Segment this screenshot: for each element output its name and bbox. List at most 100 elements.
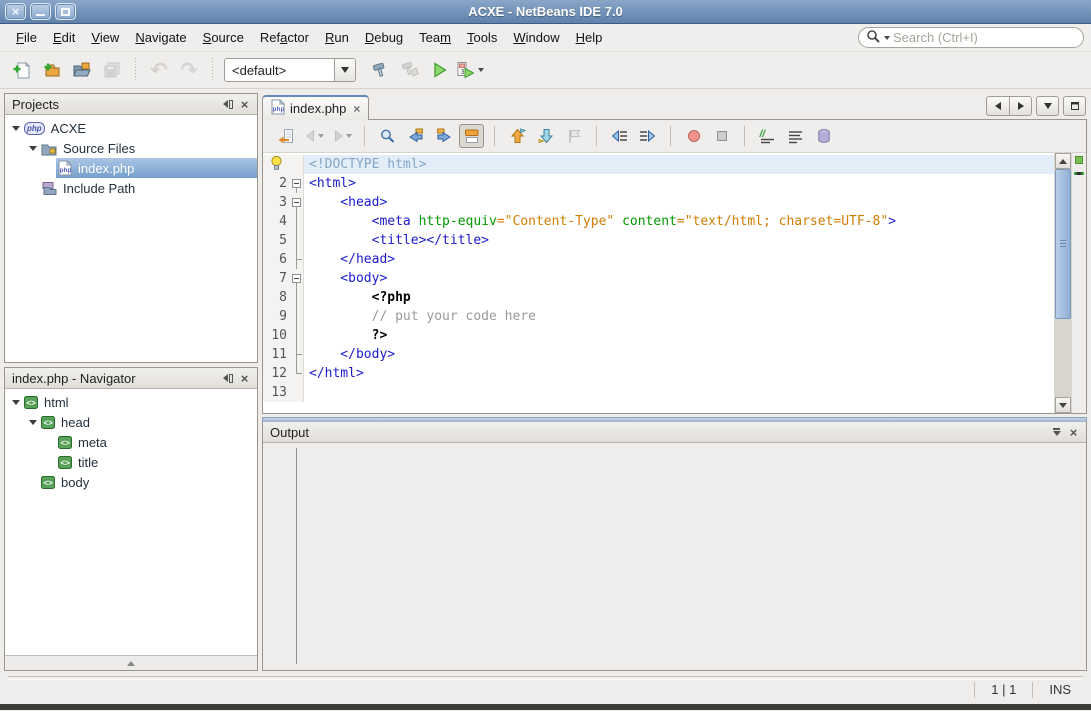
find-next-button[interactable] xyxy=(431,124,456,148)
menu-source[interactable]: Source xyxy=(195,26,252,49)
code-line-3[interactable]: 3 <head> xyxy=(263,193,1054,212)
run-project-button[interactable] xyxy=(426,56,454,84)
menu-refactor[interactable]: Refactor xyxy=(252,26,317,49)
scroll-down-button[interactable] xyxy=(1055,397,1071,413)
code-line-6[interactable]: 6 </head> xyxy=(263,250,1054,269)
build-project-button[interactable] xyxy=(366,56,394,84)
code-line-4[interactable]: 4 <meta http-equiv="Content-Type" conten… xyxy=(263,212,1054,231)
navigator-item-meta[interactable]: <>meta xyxy=(5,432,257,452)
window-menu-button[interactable] xyxy=(1048,424,1065,440)
code-line-9[interactable]: 9 // put your code here xyxy=(263,307,1054,326)
code-fold-toggle[interactable] xyxy=(290,269,304,288)
close-tab-icon[interactable]: × xyxy=(353,103,360,115)
minimize-window-button[interactable] xyxy=(30,3,51,20)
open-project-button[interactable] xyxy=(68,56,96,84)
menu-debug[interactable]: Debug xyxy=(357,26,411,49)
menu-view[interactable]: View xyxy=(83,26,127,49)
debug-project-button[interactable]: 3 xyxy=(456,56,484,84)
record-macro-button[interactable] xyxy=(681,124,706,148)
navigator-item-body[interactable]: <>body xyxy=(5,472,257,492)
scroll-up-button[interactable] xyxy=(1055,153,1071,169)
config-select[interactable]: <default> xyxy=(224,58,356,82)
code-line-12[interactable]: 12</html> xyxy=(263,364,1054,383)
new-project-button[interactable] xyxy=(38,56,66,84)
menu-window[interactable]: Window xyxy=(505,26,567,49)
stop-macro-button[interactable] xyxy=(709,124,734,148)
tree-row-content: <>head xyxy=(39,412,257,432)
error-stripe[interactable] xyxy=(1071,153,1086,413)
find-previous-button[interactable] xyxy=(403,124,428,148)
expander-icon[interactable] xyxy=(26,420,39,425)
project-item-include-path[interactable]: Include Path xyxy=(5,178,257,198)
navigator-filter-bar[interactable] xyxy=(5,655,257,670)
statusbar: 1 | 1 INS xyxy=(0,671,1091,704)
window-menu-icon xyxy=(1053,428,1061,436)
autohide-icon xyxy=(223,374,228,382)
find-selection-button[interactable] xyxy=(375,124,400,148)
project-item-index-php[interactable]: phpindex.php xyxy=(5,158,257,178)
maximize-window-button[interactable] xyxy=(1063,96,1086,116)
code-line-10[interactable]: 10 ?> xyxy=(263,326,1054,345)
navigator-item-head[interactable]: <>head xyxy=(5,412,257,432)
new-file-button[interactable] xyxy=(8,56,36,84)
tab-list-button[interactable] xyxy=(1036,96,1059,116)
scroll-right-button[interactable] xyxy=(1009,96,1032,116)
code-line-13[interactable]: 13 xyxy=(263,383,1054,402)
project-item-source-files[interactable]: Source Files xyxy=(5,138,257,158)
hint-mark[interactable] xyxy=(1074,172,1084,175)
code-line-11[interactable]: 11 </body> xyxy=(263,345,1054,364)
comment-lines-button[interactable]: // xyxy=(755,124,780,148)
menu-run[interactable]: Run xyxy=(317,26,357,49)
titlebar[interactable]: × ACXE - NetBeans IDE 7.0 xyxy=(0,0,1091,24)
shift-line-left-button[interactable] xyxy=(607,124,632,148)
last-edit-location-button[interactable] xyxy=(273,124,298,148)
shift-line-right-button[interactable] xyxy=(635,124,660,148)
scroll-left-button[interactable] xyxy=(986,96,1009,116)
close-window-button[interactable]: × xyxy=(5,3,26,20)
minimize-panel-button[interactable] xyxy=(219,96,236,112)
expander-icon[interactable] xyxy=(26,146,39,151)
toggle-highlight-button[interactable] xyxy=(459,124,484,148)
code-text: <meta http-equiv="Content-Type" content=… xyxy=(304,212,1054,231)
search-input[interactable] xyxy=(893,30,1074,45)
next-bookmark-button[interactable] xyxy=(533,124,558,148)
code-line-8[interactable]: 8 <?php xyxy=(263,288,1054,307)
menu-navigate[interactable]: Navigate xyxy=(127,26,194,49)
vertical-scrollbar[interactable] xyxy=(1054,153,1071,413)
close-panel-button[interactable]: × xyxy=(236,96,253,112)
expander-icon[interactable] xyxy=(9,126,22,131)
code-area[interactable]: <!DOCTYPE html>2<html>3 <head>4 <meta ht… xyxy=(263,153,1054,413)
code-fold-toggle[interactable] xyxy=(290,193,304,212)
close-panel-button[interactable]: × xyxy=(236,370,253,386)
menu-tools[interactable]: Tools xyxy=(459,26,505,49)
previous-bookmark-button[interactable] xyxy=(505,124,530,148)
uncomment-lines-button[interactable] xyxy=(783,124,808,148)
menu-team[interactable]: Team xyxy=(411,26,459,49)
code-line-1[interactable]: <!DOCTYPE html> xyxy=(263,155,1054,174)
maximize-window-button[interactable] xyxy=(55,3,76,20)
code-text: </html> xyxy=(304,364,1054,383)
code-fold-toggle[interactable] xyxy=(290,174,304,193)
tab-index-php[interactable]: php index.php × xyxy=(262,95,369,120)
minimize-panel-button[interactable] xyxy=(219,370,236,386)
close-panel-button[interactable]: × xyxy=(1065,424,1082,440)
code-line-2[interactable]: 2<html> xyxy=(263,174,1054,193)
menu-file[interactable]: File xyxy=(8,26,45,49)
navigator-item-html[interactable]: <>html xyxy=(5,392,257,412)
code-line-5[interactable]: 5 <title></title> xyxy=(263,231,1054,250)
quick-search-box[interactable] xyxy=(858,27,1084,48)
output-body[interactable] xyxy=(263,443,1086,670)
expander-icon[interactable] xyxy=(9,400,22,405)
chevron-down-icon[interactable] xyxy=(334,59,355,81)
menu-edit[interactable]: Edit xyxy=(45,26,83,49)
memory-view-button[interactable] xyxy=(811,124,836,148)
close-icon: × xyxy=(12,5,20,18)
code-line-7[interactable]: 7 <body> xyxy=(263,269,1054,288)
scrollbar-track[interactable] xyxy=(1055,169,1071,397)
project-item-acxe[interactable]: phpACXE xyxy=(5,118,257,138)
open-project-icon xyxy=(73,61,91,79)
navigator-item-title[interactable]: <>title xyxy=(5,452,257,472)
menu-help[interactable]: Help xyxy=(568,26,611,49)
scrollbar-thumb[interactable] xyxy=(1055,169,1071,319)
projects-panel: Projects × phpACXESource Filesphpindex.p… xyxy=(4,93,258,363)
